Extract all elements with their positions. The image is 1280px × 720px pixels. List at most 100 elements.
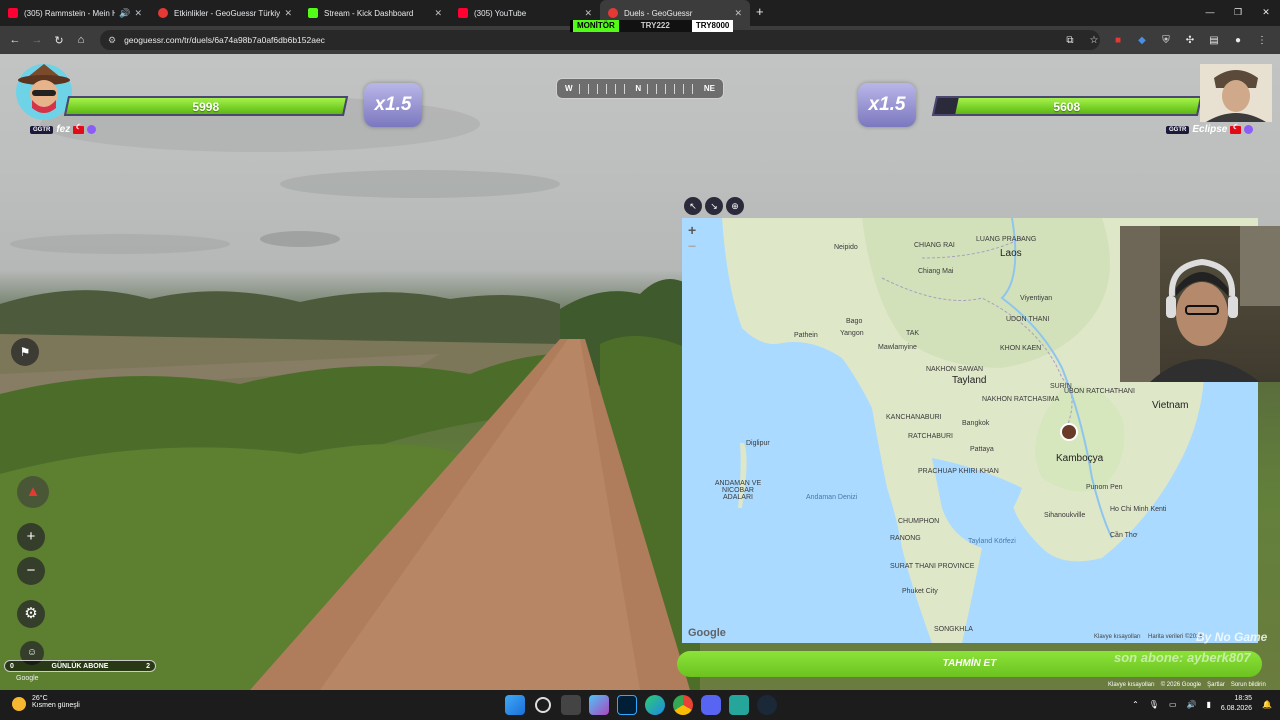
discord-icon[interactable] [701, 695, 721, 715]
map-shortcuts-link[interactable]: Klavye kısayolları [1094, 634, 1141, 640]
close-tab-icon[interactable]: ✕ [584, 8, 592, 19]
copilot-icon[interactable] [589, 695, 609, 715]
new-tab-button[interactable]: + [750, 0, 770, 26]
forward-icon[interactable]: → [26, 34, 48, 46]
label-tak: TAK [906, 330, 920, 337]
settings-gear-icon[interactable]: ⚙ [17, 600, 45, 628]
cast-icon[interactable]: ⧉ [1058, 35, 1082, 46]
label-vietnam: Vietnam [1152, 400, 1189, 411]
close-tab-icon[interactable]: ✕ [134, 8, 142, 19]
puzzle-icon[interactable]: ✣ [1178, 35, 1202, 46]
tab-youtube-rammstein[interactable]: (305) Rammstein - Mein He 🔊 ✕ [0, 0, 150, 26]
watermark-brand: By No Game [1196, 630, 1268, 644]
extension-icon[interactable]: ■ [1106, 35, 1130, 46]
label-nakhon-sawan: NAKHON SAWAN [926, 366, 984, 373]
speaker-icon[interactable]: 🔊 [119, 8, 130, 19]
task-view-icon[interactable] [561, 695, 581, 715]
compass-ticks [647, 83, 698, 94]
last-subscriber: son abone: ayberk807 [1114, 650, 1251, 665]
map-shrink-icon[interactable]: ↘ [705, 197, 723, 215]
weather-sun-icon [12, 697, 26, 711]
close-window-icon[interactable]: ✕ [1252, 0, 1280, 24]
sidebar-icon[interactable]: ▤ [1202, 35, 1226, 46]
windows-start-icon[interactable] [505, 695, 525, 715]
player-avatar-icon [1200, 64, 1272, 122]
footer-shortcuts[interactable]: Klavye kısayolları [1108, 682, 1155, 688]
tab-title: Duels - GeoGuessr [624, 8, 693, 18]
label-ranong: RANONG [890, 535, 921, 542]
back-icon[interactable]: ← [4, 34, 26, 46]
extension-icon[interactable]: ◆ [1130, 35, 1154, 46]
home-icon[interactable]: ⌂ [70, 34, 92, 46]
url-field[interactable]: ⚙ geoguessr.com/tr/duels/6a74a98b7a0af6d… [100, 30, 1100, 50]
network-icon[interactable]: ▭ [1169, 700, 1177, 709]
extensions-toolbar: ⧉ ☆ ■ ◆ ⛨ ✣ ▤ ● ⋮ [1058, 26, 1274, 54]
close-tab-icon[interactable]: ✕ [284, 8, 292, 19]
label-laos: Laos [1000, 248, 1022, 259]
map-zoom-in[interactable]: + [688, 222, 696, 238]
label-pathein: Pathein [794, 332, 818, 339]
photoshop-icon[interactable] [617, 695, 637, 715]
minimize-icon[interactable]: — [1196, 0, 1224, 24]
tab-etkinlikler[interactable]: Etkinlikler - GeoGuessr Türkiye ✕ [150, 0, 300, 26]
label-tayland: Tayland [952, 375, 987, 386]
site-info-icon[interactable]: ⚙ [108, 35, 116, 46]
chrome-icon[interactable] [673, 695, 693, 715]
compass-rose-icon[interactable]: ▲ [17, 476, 49, 508]
search-icon[interactable] [535, 697, 551, 713]
footer-terms[interactable]: Şartlar [1207, 682, 1225, 688]
battery-icon[interactable]: ▮ [1206, 700, 1210, 709]
close-tab-icon[interactable]: ✕ [734, 8, 742, 19]
tab-kick-dashboard[interactable]: Stream - Kick Dashboard ✕ [300, 0, 450, 26]
monitor-value-2: TRY8000 [691, 20, 734, 32]
label-kanchanaburi: KANCHANABURI [886, 414, 942, 421]
taskbar: 26°C Kısmen güneşli ⌃ 🎙 ▭ 🔊 ▮ 18:35 6.08… [0, 690, 1280, 720]
player-tag: GGTR [1166, 125, 1190, 134]
weather-widget[interactable]: 26°C Kısmen güneşli [12, 695, 80, 711]
notifications-icon[interactable]: 🔔 [1262, 700, 1272, 709]
label-chiang-mai: Chiang Mai [918, 268, 954, 275]
shield-icon[interactable]: ⛨ [1154, 35, 1178, 46]
tab-title: Etkinlikler - GeoGuessr Türkiye [174, 8, 281, 18]
restore-icon[interactable]: ❐ [1224, 0, 1252, 24]
label-khon-kaen: KHON KAEN [1000, 345, 1042, 352]
label-bangkok: Bangkok [962, 420, 990, 427]
label-yangon: Yangon [840, 330, 864, 337]
app-icon[interactable] [729, 695, 749, 715]
report-icon[interactable]: ⚑ [11, 338, 39, 366]
youtube-icon [458, 8, 468, 18]
window-controls: — ❐ ✕ [1196, 0, 1280, 24]
map-expand-icon[interactable]: ↖ [684, 197, 702, 215]
zoom-in-button[interactable]: + [17, 523, 45, 551]
zoom-out-button[interactable]: − [17, 557, 45, 585]
reload-icon[interactable]: ↻ [48, 34, 70, 47]
profile-icon[interactable]: ● [1226, 35, 1250, 46]
label-ubon: UBON RATCHATHANI [1064, 388, 1135, 395]
player-name: Eclipse [1192, 124, 1228, 135]
label-chiang-rai: CHIANG RAI [914, 242, 955, 249]
tray-chevron-icon[interactable]: ⌃ [1132, 700, 1139, 709]
guess-pin-icon[interactable] [1060, 423, 1078, 441]
clock[interactable]: 18:35 6.08.2026 [1221, 694, 1252, 714]
edge-icon[interactable] [645, 695, 665, 715]
label-udon-thani: UDON THANI [1006, 316, 1050, 323]
bookmark-star-icon[interactable]: ☆ [1082, 35, 1106, 46]
footer-copyright: © 2026 Google [1160, 682, 1202, 688]
steam-icon[interactable] [757, 695, 777, 715]
label-luang-prabang: LUANG PRABANG [976, 236, 1037, 243]
geoguessr-icon [608, 8, 618, 18]
multiplier-right: x1.5 [858, 83, 916, 127]
menu-icon[interactable]: ⋮ [1250, 35, 1274, 46]
label-nakhon-ratchasima: NAKHON RATCHASIMA [982, 396, 1060, 403]
street-google-logo: Google [16, 675, 39, 682]
label-can-tho: Cần Thơ [1110, 532, 1138, 539]
microphone-icon[interactable]: 🎙 [1149, 700, 1159, 709]
close-tab-icon[interactable]: ✕ [434, 8, 442, 19]
map-pin-icon[interactable]: ⊕ [726, 197, 744, 215]
daily-subs-counter: 0 GÜNLÜK ABONE 2 [4, 660, 156, 672]
label-kambocya: Kamboçya [1056, 453, 1104, 464]
map-zoom-out[interactable]: − [688, 238, 696, 254]
footer-report[interactable]: Sorun bildirin [1231, 682, 1266, 688]
volume-icon[interactable]: 🔊 [1187, 700, 1197, 709]
subs-label: GÜNLÜK ABONE [51, 662, 109, 670]
